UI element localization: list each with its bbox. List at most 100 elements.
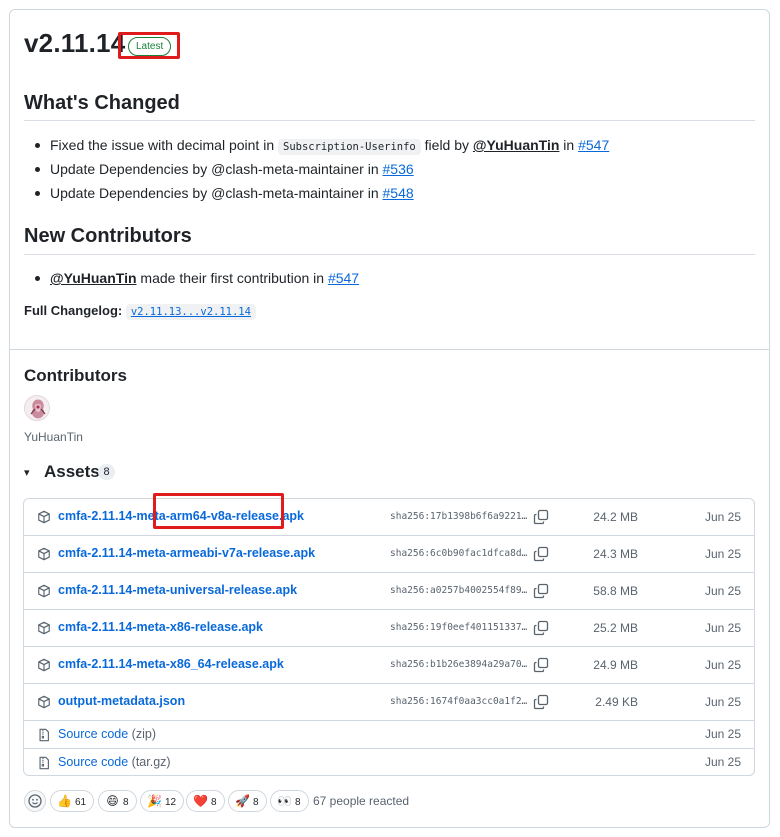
contributor-name[interactable]: YuHuanTin: [24, 430, 83, 444]
add-reaction-button[interactable]: [24, 790, 46, 812]
source-code-label: Source code: [58, 727, 129, 741]
list-item: Update Dependencies by @clash-meta-maint…: [24, 157, 609, 181]
source-code-link[interactable]: Source code (tar.gz): [58, 755, 171, 769]
copy-icon[interactable]: [533, 583, 549, 599]
asset-date: Jun 25: [704, 547, 741, 561]
asset-date: Jun 25: [704, 727, 741, 741]
source-code-ext: (tar.gz): [131, 755, 171, 769]
source-code-link[interactable]: Source code (zip): [58, 727, 156, 741]
copy-icon[interactable]: [533, 694, 549, 710]
user-mention-link[interactable]: @YuHuanTin: [473, 137, 560, 153]
inline-code: Subscription-Userinfo: [278, 139, 421, 155]
change-text: field by: [420, 137, 473, 153]
asset-download-link[interactable]: cmfa-2.11.14-meta-x86_64-release.apk: [58, 657, 284, 671]
asset-size: 2.49 KB: [595, 695, 638, 709]
rocket-icon: 🚀: [235, 794, 250, 808]
laugh-icon: 😄: [106, 794, 119, 808]
heading-rule: [24, 120, 755, 121]
asset-row: cmfa-2.11.14-meta-armeabi-v7a-release.ap…: [24, 536, 754, 573]
reaction-count: 8: [295, 797, 301, 808]
changelog-code: v2.11.13...v2.11.14: [125, 304, 256, 320]
copy-icon[interactable]: [533, 509, 549, 525]
changes-list: Fixed the issue with decimal point in Su…: [24, 133, 609, 205]
asset-date: Jun 25: [704, 510, 741, 524]
pr-link[interactable]: #548: [383, 185, 414, 201]
asset-size: 25.2 MB: [593, 621, 638, 635]
contributor-text: made their first contribution in: [136, 270, 328, 286]
assets-heading[interactable]: Assets: [44, 462, 100, 482]
asset-download-link[interactable]: cmfa-2.11.14-meta-universal-release.apk: [58, 583, 297, 597]
asset-sha: sha256:b1b26e3894a29a70…: [390, 659, 528, 670]
asset-date: Jun 25: [704, 584, 741, 598]
hooray-icon: 🎉: [147, 794, 162, 808]
source-row: Source code (zip) Jun 25: [24, 721, 754, 749]
reaction-thumbs-up[interactable]: 👍 61: [50, 790, 95, 812]
changelog-sep: :: [117, 303, 126, 318]
copy-icon[interactable]: [533, 620, 549, 636]
asset-row: cmfa-2.11.14-meta-universal-release.apk …: [24, 573, 754, 610]
source-code-label: Source code: [58, 755, 129, 769]
reaction-heart[interactable]: ❤️ 8: [186, 790, 225, 812]
asset-download-link[interactable]: cmfa-2.11.14-meta-x86-release.apk: [58, 620, 263, 634]
list-item: @YuHuanTin made their first contribution…: [24, 266, 359, 290]
asset-row: output-metadata.json sha256:1674f0aa3cc0…: [24, 684, 754, 721]
change-text: Fixed the issue with decimal point in: [50, 137, 278, 153]
pr-link[interactable]: #547: [578, 137, 609, 153]
asset-date: Jun 25: [704, 621, 741, 635]
asset-size: 58.8 MB: [593, 584, 638, 598]
asset-row: cmfa-2.11.14-meta-x86-release.apk sha256…: [24, 610, 754, 647]
reaction-count: 8: [123, 797, 129, 808]
highlight-latest-badge: [118, 32, 180, 59]
compare-link[interactable]: v2.11.13...v2.11.14: [131, 306, 251, 318]
asset-date: Jun 25: [704, 658, 741, 672]
pr-link[interactable]: #536: [383, 161, 414, 177]
asset-sha: sha256:6c0b90fac1dfca8d…: [390, 548, 528, 559]
asset-date: Jun 25: [704, 755, 741, 769]
new-contributors-list: @YuHuanTin made their first contribution…: [24, 266, 359, 290]
release-title[interactable]: v2.11.14: [24, 28, 125, 59]
asset-size: 24.9 MB: [593, 658, 638, 672]
asset-size: 24.3 MB: [593, 547, 638, 561]
reaction-laugh[interactable]: 😄 8: [98, 790, 137, 812]
asset-download-link[interactable]: output-metadata.json: [58, 694, 185, 708]
package-icon: [38, 695, 50, 709]
avatar[interactable]: [24, 395, 50, 421]
reaction-count: 8: [253, 797, 259, 808]
reaction-hooray[interactable]: 🎉 12: [140, 790, 185, 812]
assets-list: cmfa-2.11.14-meta-arm64-v8a-release.apk …: [23, 498, 755, 776]
change-text: Update Dependencies by @clash-meta-maint…: [50, 185, 383, 201]
package-icon: [38, 584, 50, 598]
copy-icon[interactable]: [533, 657, 549, 673]
reactions-summary: 67 people reacted: [313, 794, 410, 808]
heart-icon: ❤️: [193, 794, 208, 808]
change-text: in: [559, 137, 579, 153]
package-icon: [38, 621, 50, 635]
copy-icon[interactable]: [533, 546, 549, 562]
package-icon: [38, 658, 50, 672]
reaction-count: 8: [211, 797, 217, 808]
list-item: Update Dependencies by @clash-meta-maint…: [24, 181, 609, 205]
assets-count-badge: 8: [98, 464, 115, 480]
reaction-eyes[interactable]: 👀 8: [270, 790, 309, 812]
eyes-icon: 👀: [277, 794, 292, 808]
thumbs-up-icon: 👍: [57, 794, 72, 808]
user-mention-link[interactable]: @YuHuanTin: [50, 270, 137, 286]
asset-sha: sha256:19f0eef401151337…: [390, 622, 528, 633]
asset-sha: sha256:a0257b4002554f89…: [390, 585, 528, 596]
reaction-rocket[interactable]: 🚀 8: [228, 790, 267, 812]
section-divider: [10, 349, 769, 350]
asset-download-link[interactable]: cmfa-2.11.14-meta-armeabi-v7a-release.ap…: [58, 546, 315, 560]
asset-row: cmfa-2.11.14-meta-arm64-v8a-release.apk …: [24, 499, 754, 536]
contributors-heading: Contributors: [24, 366, 127, 385]
asset-size: 24.2 MB: [593, 510, 638, 524]
asset-row: cmfa-2.11.14-meta-x86_64-release.apk sha…: [24, 647, 754, 684]
pr-link[interactable]: #547: [328, 270, 359, 286]
file-zip-icon: [39, 756, 49, 770]
asset-date: Jun 25: [704, 695, 741, 709]
list-item: Fixed the issue with decimal point in Su…: [24, 133, 609, 157]
new-contributors-heading: New Contributors: [24, 225, 192, 247]
changelog-label: Full Changelog: [24, 303, 118, 318]
package-icon: [38, 510, 50, 524]
asset-sha: sha256:17b1398b6f6a9221…: [390, 511, 528, 522]
assets-toggle-icon[interactable]: ▾: [24, 466, 30, 479]
